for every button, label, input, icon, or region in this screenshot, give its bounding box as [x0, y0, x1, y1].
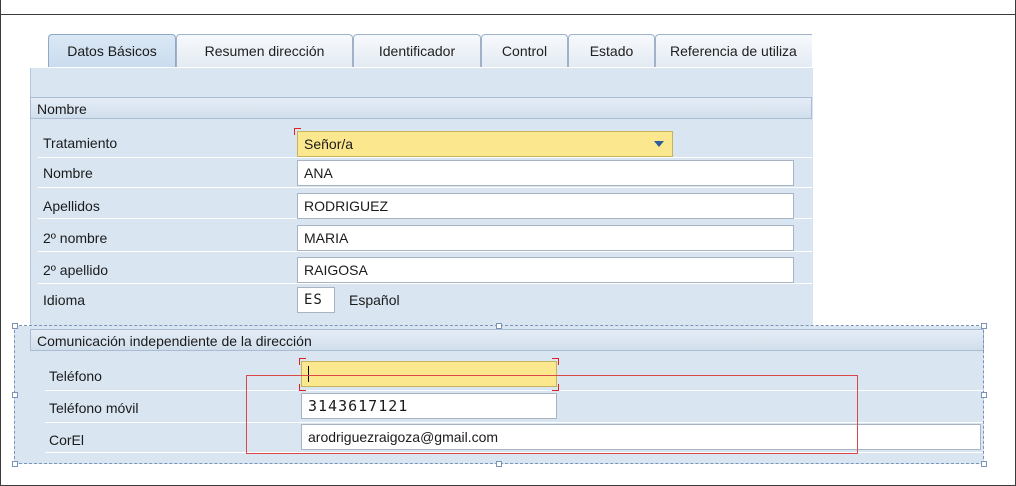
apellidos-input[interactable]: RODRIGUEZ [297, 193, 794, 219]
top-window-frame [0, 0, 1016, 15]
resize-handle[interactable] [12, 392, 18, 398]
resize-handle[interactable] [12, 323, 18, 329]
nombre-section-header: Nombre [30, 97, 812, 119]
resize-handle[interactable] [981, 461, 987, 467]
resize-handle[interactable] [12, 461, 18, 467]
idioma-label: Idioma [43, 292, 86, 308]
nombre-input[interactable]: ANA [297, 160, 794, 186]
idioma-code-input[interactable]: ES [297, 287, 335, 313]
resize-handle[interactable] [981, 392, 987, 398]
tab-datos-basicos[interactable]: Datos Básicos [48, 34, 176, 67]
tratamiento-label: Tratamiento [43, 135, 118, 151]
segundo-nombre-label: 2º nombre [43, 230, 108, 246]
tab-identificador[interactable]: Identificador [353, 34, 481, 67]
tratamiento-value: Señor/a [304, 136, 354, 152]
segundo-apellido-input[interactable]: RAIGOSA [297, 257, 794, 283]
tab-resumen-direccion[interactable]: Resumen dirección [176, 34, 353, 67]
tratamiento-dropdown[interactable]: Señor/a [297, 131, 673, 157]
idioma-name: Español [349, 292, 400, 308]
resize-handle[interactable] [496, 323, 502, 329]
comunicacion-section-header: Comunicación independiente de la direcci… [30, 329, 984, 351]
required-marker-icon [552, 358, 559, 365]
telefono-label: Teléfono [49, 368, 102, 384]
segundo-apellido-label: 2º apellido [43, 262, 109, 278]
telefono-movil-label: Teléfono móvil [49, 400, 139, 416]
tab-strip: Datos Básicos Resumen dirección Identifi… [32, 34, 812, 68]
required-marker-icon [294, 128, 301, 135]
tab-referencia-utilizacion[interactable]: Referencia de utiliza [655, 34, 812, 67]
resize-handle[interactable] [496, 461, 502, 467]
highlight-annotation-box [246, 375, 858, 454]
tab-estado[interactable]: Estado [568, 34, 655, 67]
segundo-nombre-input[interactable]: MARIA [297, 225, 794, 251]
nombre-label: Nombre [43, 165, 93, 181]
required-marker-icon [299, 358, 306, 365]
dropdown-arrow-icon[interactable] [654, 141, 664, 147]
resize-handle[interactable] [981, 323, 987, 329]
correo-label: CorEl [49, 432, 85, 448]
apellidos-label: Apellidos [43, 198, 100, 214]
tab-control[interactable]: Control [481, 34, 568, 67]
